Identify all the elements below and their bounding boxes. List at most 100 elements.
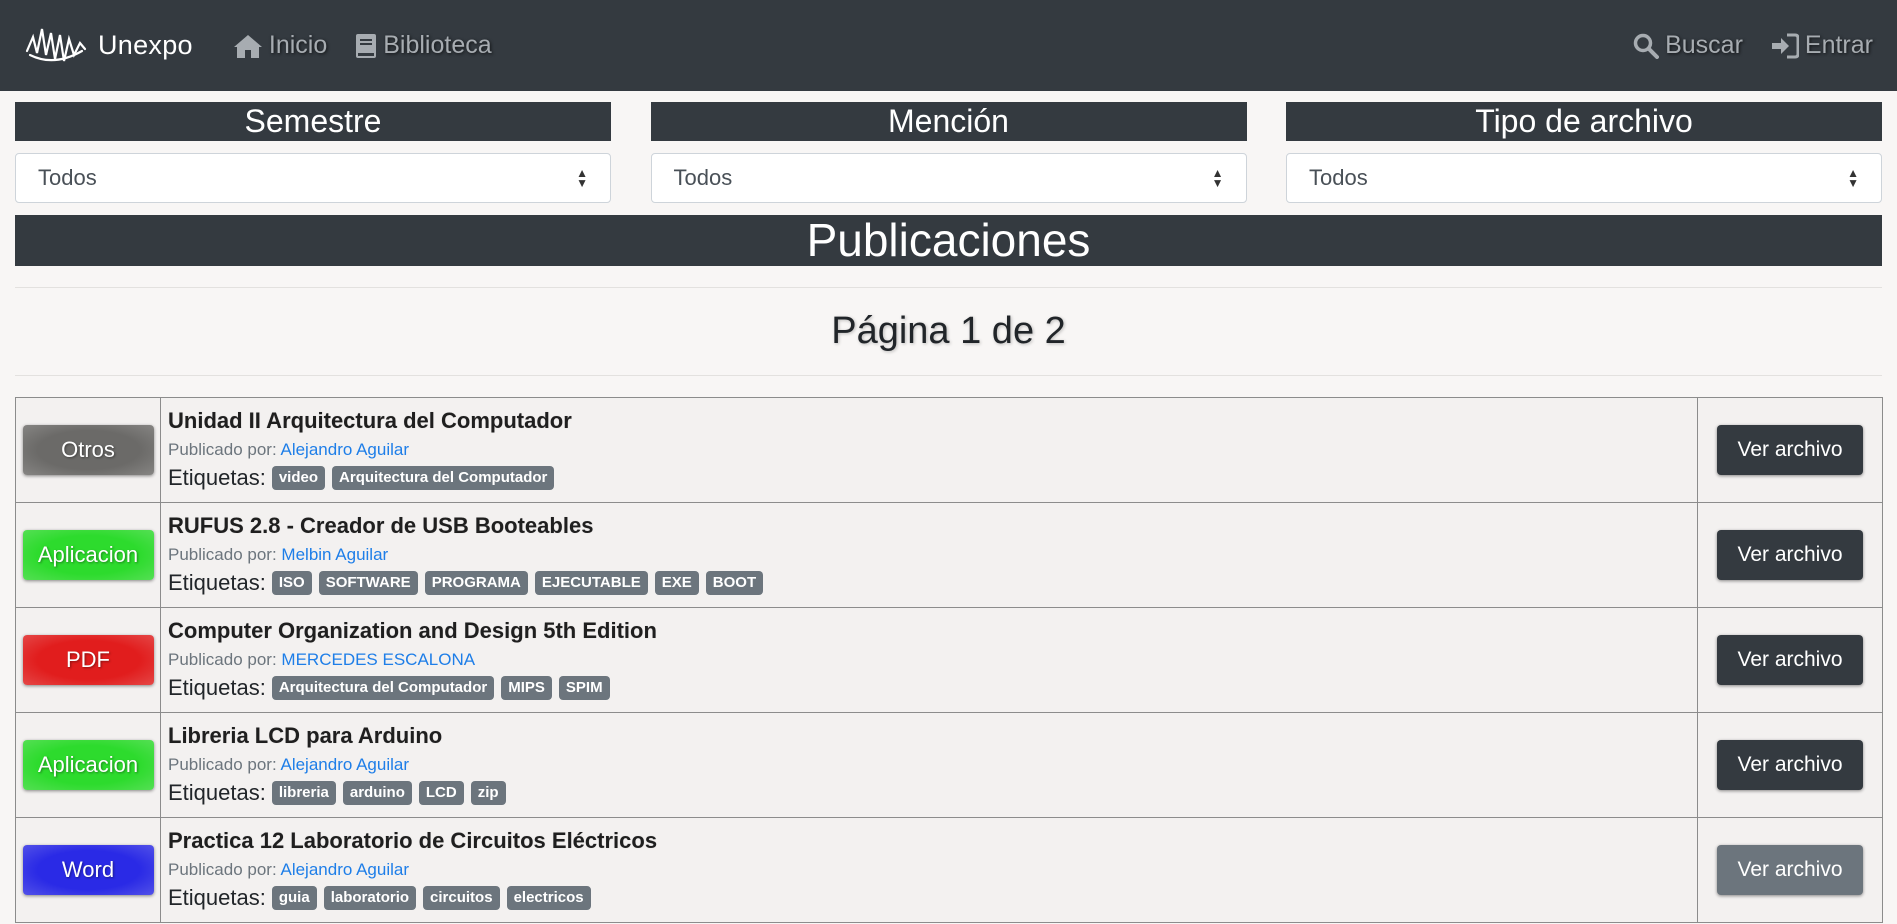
publications-table: Otros Unidad II Arquitectura del Computad… [15, 397, 1883, 923]
publication-title: Practica 12 Laboratorio de Circuitos Elé… [168, 828, 658, 853]
mencion-select[interactable]: Todos ▲ ▼ [650, 153, 1247, 203]
table-row: Aplicacion Libreria LCD para Arduino Publi… [16, 713, 1882, 818]
tags-line: Etiquetas: Arquitectura del Computador MIP… [168, 673, 1697, 703]
publication-info-cell: Unidad II Arquitectura del Computador Pub… [161, 398, 1697, 502]
tags-label: Etiquetas: [168, 885, 266, 910]
author-line: Publicado por: MERCEDES ESCALONA [168, 647, 1697, 673]
semestre-select-value: Todos [38, 165, 97, 190]
author-link[interactable]: Alejandro Aguilar [280, 755, 409, 774]
published-by-label: Publicado por: [168, 440, 277, 459]
search-icon [1633, 33, 1660, 59]
tag-badge[interactable]: laboratorio [323, 886, 417, 910]
ver-archivo-button[interactable]: Ver archivo [1717, 635, 1863, 685]
ver-archivo-button[interactable]: Ver archivo [1717, 845, 1863, 895]
tag-badge[interactable]: zip [470, 781, 506, 805]
tags-label: Etiquetas: [168, 570, 266, 595]
table-row: Otros Unidad II Arquitectura del Computad… [16, 398, 1882, 503]
filters-section: Semestre Todos ▲ ▼ Mención Todos ▲ ▼ Tipo … [0, 91, 1897, 203]
tags-label: Etiquetas: [168, 465, 266, 490]
semestre-select[interactable]: Todos ▲ ▼ [15, 153, 611, 203]
publication-info-cell: Computer Organization and Design 5th Edi… [161, 608, 1697, 712]
tag-badge[interactable]: guia [271, 886, 317, 910]
table-row: Word Practica 12 Laboratorio de Circuitos… [16, 818, 1882, 923]
tag-badge[interactable]: libreria [271, 781, 336, 805]
tag-badge[interactable]: BOOT [705, 571, 764, 595]
published-by-label: Publicado por: [168, 860, 277, 879]
ver-archivo-button[interactable]: Ver archivo [1717, 425, 1863, 475]
nav-biblioteca-label: Biblioteca [383, 31, 492, 59]
published-by-label: Publicado por: [168, 545, 277, 564]
filter-mencion-heading: Mención [650, 102, 1247, 141]
tag-badge[interactable]: circuitos [423, 886, 500, 910]
author-link[interactable]: Alejandro Aguilar [280, 440, 409, 459]
home-icon [233, 34, 262, 58]
tag-badge[interactable]: MIPS [501, 676, 552, 700]
ver-archivo-button[interactable]: Ver archivo [1717, 740, 1863, 790]
tags-label: Etiquetas: [168, 675, 266, 700]
tags-label: Etiquetas: [168, 780, 266, 805]
nav-entrar-link[interactable]: Entrar [1771, 31, 1873, 60]
published-by-label: Publicado por: [168, 755, 277, 774]
filter-mencion: Mención Todos ▲ ▼ [650, 102, 1247, 203]
tag-badge[interactable]: video [271, 466, 326, 490]
nav-buscar-link[interactable]: Buscar [1633, 31, 1743, 60]
nav-inicio-link[interactable]: Inicio [233, 31, 327, 60]
file-type-badge[interactable]: Otros [22, 425, 154, 475]
top-navbar: Unexpo Inicio Biblioteca Buscar Entrar [0, 0, 1897, 91]
nav-biblioteca-link[interactable]: Biblioteca [355, 31, 492, 60]
mencion-select-value: Todos [673, 165, 733, 190]
tags-line: Etiquetas: video Arquitectura del Computad… [168, 463, 1697, 493]
publication-title: RUFUS 2.8 - Creador de USB Booteables [168, 513, 594, 538]
tipo-archivo-select[interactable]: Todos ▲ ▼ [1286, 153, 1882, 203]
divider [15, 375, 1882, 376]
file-type-badge[interactable]: PDF [22, 635, 154, 685]
tipo-archivo-select-value: Todos [1309, 165, 1368, 190]
publications-heading: Publicaciones [15, 215, 1882, 266]
publication-title: Unidad II Arquitectura del Computador [168, 408, 572, 433]
select-arrows-icon: ▲ ▼ [576, 166, 588, 190]
file-type-cell: Word [16, 818, 161, 922]
author-line: Publicado por: Alejandro Aguilar [168, 752, 1697, 778]
book-icon [356, 33, 377, 58]
publication-info-cell: Practica 12 Laboratorio de Circuitos Elé… [161, 818, 1697, 922]
tag-badge[interactable]: PROGRAMA [424, 571, 528, 595]
tag-badge[interactable]: Arquitectura del Computador [332, 466, 555, 490]
author-link[interactable]: MERCEDES ESCALONA [281, 650, 475, 669]
author-link[interactable]: Melbin Aguilar [281, 545, 388, 564]
action-cell: Ver archivo [1697, 608, 1882, 712]
author-link[interactable]: Alejandro Aguilar [280, 860, 409, 879]
file-type-cell: Otros [16, 398, 161, 502]
tag-badge[interactable]: EJECUTABLE [534, 571, 648, 595]
published-by-label: Publicado por: [168, 650, 277, 669]
publication-title: Libreria LCD para Arduino [168, 723, 443, 748]
page-indicator: Página 1 de 2 [831, 310, 1066, 352]
brand-link[interactable]: Unexpo [24, 21, 193, 71]
tags-line: Etiquetas: libreria arduino LCD zip [168, 778, 1697, 808]
nav-buscar-label: Buscar [1665, 31, 1743, 59]
file-type-cell: Aplicacion [16, 503, 161, 607]
author-line: Publicado por: Alejandro Aguilar [168, 437, 1697, 463]
filter-semestre-heading: Semestre [15, 102, 611, 141]
file-type-badge[interactable]: Aplicacion [22, 740, 154, 790]
file-type-badge[interactable]: Aplicacion [22, 530, 154, 580]
brand-name: Unexpo [98, 30, 193, 60]
publication-title: Computer Organization and Design 5th Edi… [168, 618, 657, 643]
tag-badge[interactable]: SOFTWARE [318, 571, 418, 595]
file-type-badge[interactable]: Word [22, 845, 154, 895]
tag-badge[interactable]: arduino [342, 781, 412, 805]
publication-info-cell: RUFUS 2.8 - Creador de USB Booteables Pub… [161, 503, 1697, 607]
tag-badge[interactable]: LCD [418, 781, 464, 805]
divider [15, 287, 1882, 288]
file-type-cell: Aplicacion [16, 713, 161, 817]
tag-badge[interactable]: Arquitectura del Computador [271, 676, 495, 700]
action-cell: Ver archivo [1697, 398, 1882, 502]
tag-badge[interactable]: ISO [271, 571, 312, 595]
author-line: Publicado por: Melbin Aguilar [168, 542, 1697, 568]
ver-archivo-button[interactable]: Ver archivo [1717, 530, 1863, 580]
publication-info-cell: Libreria LCD para Arduino Publicado por: … [161, 713, 1697, 817]
tags-line: Etiquetas: ISO SOFTWARE PROGRAMA EJECUTABLE E… [168, 568, 1697, 598]
tag-badge[interactable]: SPIM [558, 676, 610, 700]
tag-badge[interactable]: EXE [654, 571, 699, 595]
tag-badge[interactable]: electricos [506, 886, 591, 910]
author-line: Publicado por: Alejandro Aguilar [168, 857, 1697, 883]
